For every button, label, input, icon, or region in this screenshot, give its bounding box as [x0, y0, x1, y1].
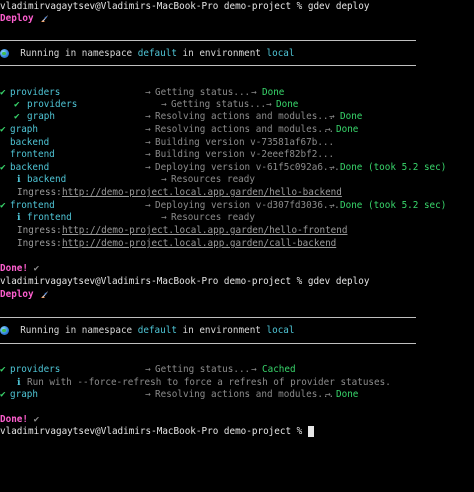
log-action: graph — [10, 124, 38, 135]
globe-icon — [0, 49, 9, 58]
done-line: Done! ✔ — [0, 262, 39, 275]
log-action: providers — [10, 364, 61, 375]
ingress-link[interactable]: http://demo-project.local.app.garden/hel… — [62, 224, 347, 237]
done-label: Done! — [0, 414, 28, 425]
log-status: Resources ready — [171, 212, 255, 223]
namespace-prefix: Running in namespace — [20, 48, 138, 59]
deploy-header: Deploy — [0, 12, 49, 25]
arrow-icon: → — [145, 389, 151, 400]
log-row: Ingress: http://demo-project.local.app.g… — [0, 224, 474, 237]
arrow-icon: → — [145, 124, 151, 135]
namespace-line: Running in namespace default in environm… — [0, 324, 295, 337]
log-action: backend — [27, 174, 67, 185]
log-status: Resolving actions and modules... — [155, 389, 335, 400]
check-icon: ✔ — [33, 263, 40, 274]
rocket-icon — [41, 14, 49, 22]
check-icon: ✔ — [14, 111, 20, 122]
check-icon: ✔ — [33, 414, 40, 425]
log-result: Done — [336, 389, 359, 400]
log-row: ✔ providers → Getting status... → Cached — [0, 363, 474, 376]
divider — [0, 343, 416, 344]
globe-icon — [0, 326, 9, 335]
arrow-icon: → — [161, 174, 167, 185]
command-text: gdev deploy — [307, 1, 370, 12]
prompt-text: vladimirvagaytsev@Vladimirs-MacBook-Pro … — [0, 426, 308, 437]
prompt-line: vladimirvagaytsev@Vladimirs-MacBook-Pro … — [0, 275, 369, 288]
check-icon: ✔ — [0, 124, 6, 135]
environment-value: local — [266, 48, 295, 59]
environment-value: local — [266, 325, 295, 336]
log-result: Done — [340, 111, 363, 122]
log-row: ℹ frontend → Resources ready — [0, 211, 474, 224]
log-row: Ingress: http://demo-project.local.app.g… — [0, 237, 474, 250]
prompt-line[interactable]: vladimirvagaytsev@Vladimirs-MacBook-Pro … — [0, 425, 314, 438]
ingress-link[interactable]: http://demo-project.local.app.garden/hel… — [62, 186, 342, 199]
divider — [0, 65, 416, 66]
ingress-link[interactable]: http://demo-project.local.app.garden/cal… — [62, 237, 336, 250]
arrow-icon: → — [161, 212, 167, 223]
log-row: ✔ graph → Resolving actions and modules.… — [0, 110, 474, 123]
log-status: Resolving actions and modules... — [155, 111, 335, 122]
namespace-value: default — [137, 48, 177, 59]
ingress-label: Ingress: — [17, 238, 68, 249]
info-icon: ℹ — [17, 212, 21, 223]
prompt-text: vladimirvagaytsev@Vladimirs-MacBook-Pro … — [0, 1, 308, 12]
namespace-line: Running in namespace default in environm… — [0, 47, 295, 60]
arrow-icon: → — [145, 364, 151, 375]
log-row: Ingress: http://demo-project.local.app.g… — [0, 186, 474, 199]
prompt-text: vladimirvagaytsev@Vladimirs-MacBook-Pro … — [0, 276, 308, 287]
log-result: Cached — [262, 364, 296, 375]
arrow-icon: → — [251, 364, 257, 375]
log-row: ✔ graph → Resolving actions and modules.… — [0, 123, 474, 136]
arrow-icon: → — [325, 389, 331, 400]
info-icon: ℹ — [17, 174, 21, 185]
text-cursor — [307, 426, 314, 437]
log-action: frontend — [27, 212, 72, 223]
log-action: graph — [27, 111, 55, 122]
log-row: frontend → Building version v-2eeef82bf2… — [0, 148, 474, 161]
terminal-window[interactable]: vladimirvagaytsev@Vladimirs-MacBook-Pro … — [0, 0, 474, 440]
arrow-icon: → — [145, 149, 151, 160]
check-icon: ✔ — [0, 364, 6, 375]
log-action: frontend — [10, 149, 55, 160]
prompt-line: vladimirvagaytsev@Vladimirs-MacBook-Pro … — [0, 0, 369, 13]
ingress-label: Ingress: — [17, 225, 68, 236]
log-status: Resolving actions and modules... — [155, 124, 335, 135]
arrow-icon: → — [145, 111, 151, 122]
done-label: Done! — [0, 263, 28, 274]
rocket-icon — [41, 290, 49, 298]
namespace-prefix: Running in namespace — [20, 325, 138, 336]
arrow-icon: → — [325, 124, 331, 135]
command-text: gdev deploy — [307, 276, 370, 287]
log-action: graph — [10, 389, 38, 400]
log-status: Resources ready — [171, 174, 255, 185]
divider — [0, 317, 416, 318]
namespace-middle: in environment — [176, 48, 267, 59]
log-row: ✔ graph → Resolving actions and modules.… — [0, 388, 474, 401]
ingress-label: Ingress: — [17, 187, 68, 198]
namespace-value: default — [137, 325, 177, 336]
log-result: Done — [336, 124, 359, 135]
log-status: Getting status... — [155, 364, 251, 375]
deploy-label: Deploy — [0, 289, 34, 300]
log-status: Building version v-2eeef82bf2... — [155, 149, 335, 160]
check-icon: ✔ — [0, 389, 6, 400]
divider — [0, 40, 416, 41]
deploy-header: Deploy — [0, 288, 49, 301]
arrow-icon: → — [329, 111, 335, 122]
namespace-middle: in environment — [176, 325, 267, 336]
log-row: ℹ backend → Resources ready — [0, 173, 474, 186]
deploy-label: Deploy — [0, 13, 34, 24]
